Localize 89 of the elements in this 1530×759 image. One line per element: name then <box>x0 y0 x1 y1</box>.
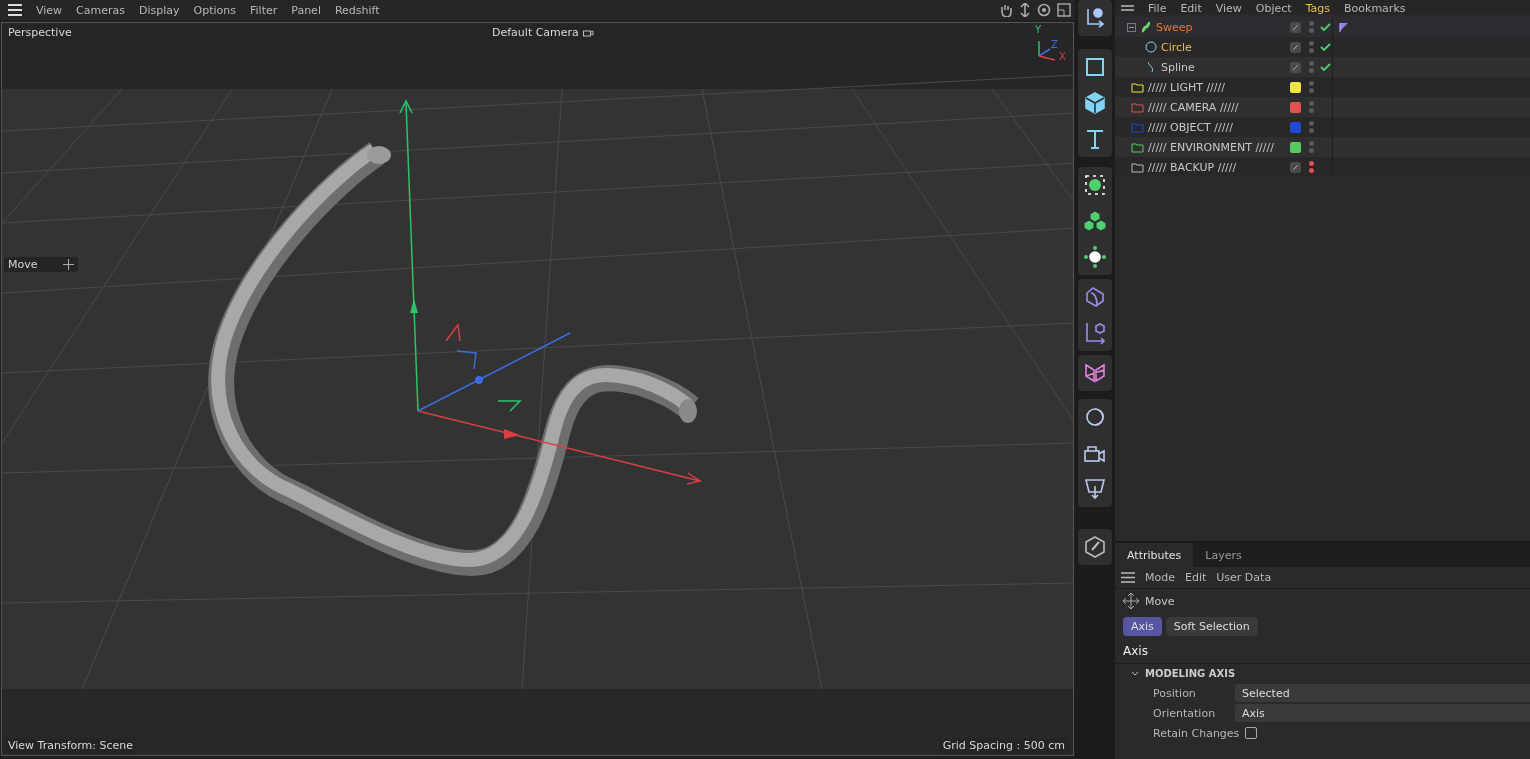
menu-item[interactable]: Edit <box>1180 3 1202 14</box>
folder-icon <box>1131 121 1144 133</box>
menu-item[interactable]: Redshift <box>334 3 380 17</box>
menu-item[interactable]: Bookmarks <box>1344 3 1406 14</box>
collapse-icon[interactable] <box>1127 22 1136 32</box>
hand-icon[interactable] <box>999 3 1013 17</box>
group-title: MODELING AXIS <box>1145 668 1236 679</box>
object-name: Circle <box>1161 40 1192 54</box>
edit-icon[interactable] <box>1290 41 1301 53</box>
tool-label: Move <box>4 257 78 272</box>
menu-item[interactable]: Filter <box>250 3 278 17</box>
edit-icon[interactable] <box>1290 61 1301 73</box>
menu-item[interactable]: View <box>36 3 63 17</box>
bend-icon <box>1083 285 1107 309</box>
move-icon <box>63 259 74 270</box>
object-name: ///// OBJECT ///// <box>1148 120 1233 134</box>
move-icon <box>1123 593 1139 609</box>
object-row[interactable]: Sweep <box>1115 17 1530 37</box>
object-row[interactable]: Spline <box>1115 57 1530 77</box>
edit-icon[interactable] <box>1290 21 1301 33</box>
folder-icon <box>1131 101 1144 113</box>
tool-title: Move <box>1145 594 1175 608</box>
check-icon[interactable] <box>1319 62 1331 72</box>
visibility-dots[interactable] <box>1309 141 1314 153</box>
menu-item[interactable]: Panel <box>291 3 321 17</box>
dropdown-field[interactable]: Axis <box>1235 704 1530 722</box>
field-label: Retain Changes <box>1153 726 1240 740</box>
tag-icon[interactable] <box>1339 22 1349 32</box>
object-row[interactable]: ///// ENVIRONMENT ///// <box>1115 137 1530 157</box>
section-tab[interactable]: Soft Selection <box>1165 617 1258 636</box>
chevron-down-icon[interactable] <box>1131 670 1139 677</box>
rectangle-icon <box>1083 55 1107 79</box>
camera-icon <box>582 28 594 37</box>
panel-tab[interactable]: Attributes <box>1115 543 1194 567</box>
checkbox[interactable] <box>1245 727 1258 739</box>
menu-item[interactable]: Options <box>193 3 236 17</box>
visibility-dots[interactable] <box>1309 121 1314 133</box>
menu-item[interactable]: Cameras <box>76 3 125 17</box>
object-row[interactable]: ///// CAMERA ///// <box>1115 97 1530 117</box>
folder-icon <box>1131 81 1144 93</box>
dropdown-field[interactable]: Selected <box>1235 684 1530 702</box>
menu-icon[interactable] <box>8 4 22 16</box>
menu-item[interactable]: Edit <box>1185 571 1207 584</box>
cubes-icon <box>1083 209 1107 233</box>
menu-item[interactable]: File <box>1148 3 1167 14</box>
sweep-icon <box>1140 21 1152 33</box>
menu-item[interactable]: Tags <box>1305 3 1331 14</box>
circle-icon <box>1145 41 1157 53</box>
folder-icon <box>1131 141 1144 153</box>
menu-item[interactable]: Mode <box>1145 571 1175 584</box>
menu-item[interactable]: View <box>1215 3 1242 14</box>
axis-gizmo-icon <box>1038 40 1056 61</box>
menu-icon[interactable] <box>1121 5 1134 14</box>
edit-icon[interactable] <box>1290 161 1301 173</box>
visibility-dots[interactable] <box>1309 21 1314 33</box>
object-name: ///// CAMERA ///// <box>1148 100 1239 114</box>
object-name: Sweep <box>1156 20 1193 34</box>
field-label: Position <box>1153 686 1197 700</box>
axis-label: X <box>1059 51 1066 62</box>
visibility-dots[interactable] <box>1309 41 1314 53</box>
points-icon <box>1083 173 1107 197</box>
menu-icon[interactable] <box>1121 572 1135 583</box>
cube-icon <box>1083 91 1107 115</box>
gear-icon <box>1083 245 1107 269</box>
deformer-icon <box>1083 321 1107 345</box>
section-tab[interactable]: Axis <box>1123 617 1162 636</box>
menu-item[interactable]: Display <box>139 3 180 17</box>
visibility-dots[interactable] <box>1309 101 1314 113</box>
check-icon[interactable] <box>1319 22 1331 32</box>
move-icon[interactable] <box>1019 3 1031 17</box>
axis-label: Z <box>1051 39 1058 50</box>
menu-item[interactable]: Object <box>1255 3 1292 14</box>
visibility-dots[interactable] <box>1309 161 1314 173</box>
menu-item[interactable]: User Data <box>1216 571 1272 584</box>
object-name: ///// LIGHT ///// <box>1148 80 1225 94</box>
object-name: Spline <box>1161 60 1195 74</box>
render-icon <box>1083 477 1107 501</box>
axis-label: Y <box>1035 24 1042 35</box>
object-name: ///// BACKUP ///// <box>1148 160 1237 174</box>
section-heading: Axis <box>1123 644 1148 658</box>
visibility-dots[interactable] <box>1309 81 1314 93</box>
visibility-dots[interactable] <box>1309 61 1314 73</box>
rotate-icon[interactable] <box>1037 3 1051 17</box>
folder-icon <box>1131 161 1144 173</box>
panel-tab[interactable]: Layers <box>1193 543 1254 567</box>
field-label: Orientation <box>1153 706 1217 720</box>
object-name: ///// ENVIRONMENT ///// <box>1148 140 1274 154</box>
maximize-icon[interactable] <box>1057 3 1071 17</box>
check-icon[interactable] <box>1319 42 1331 52</box>
